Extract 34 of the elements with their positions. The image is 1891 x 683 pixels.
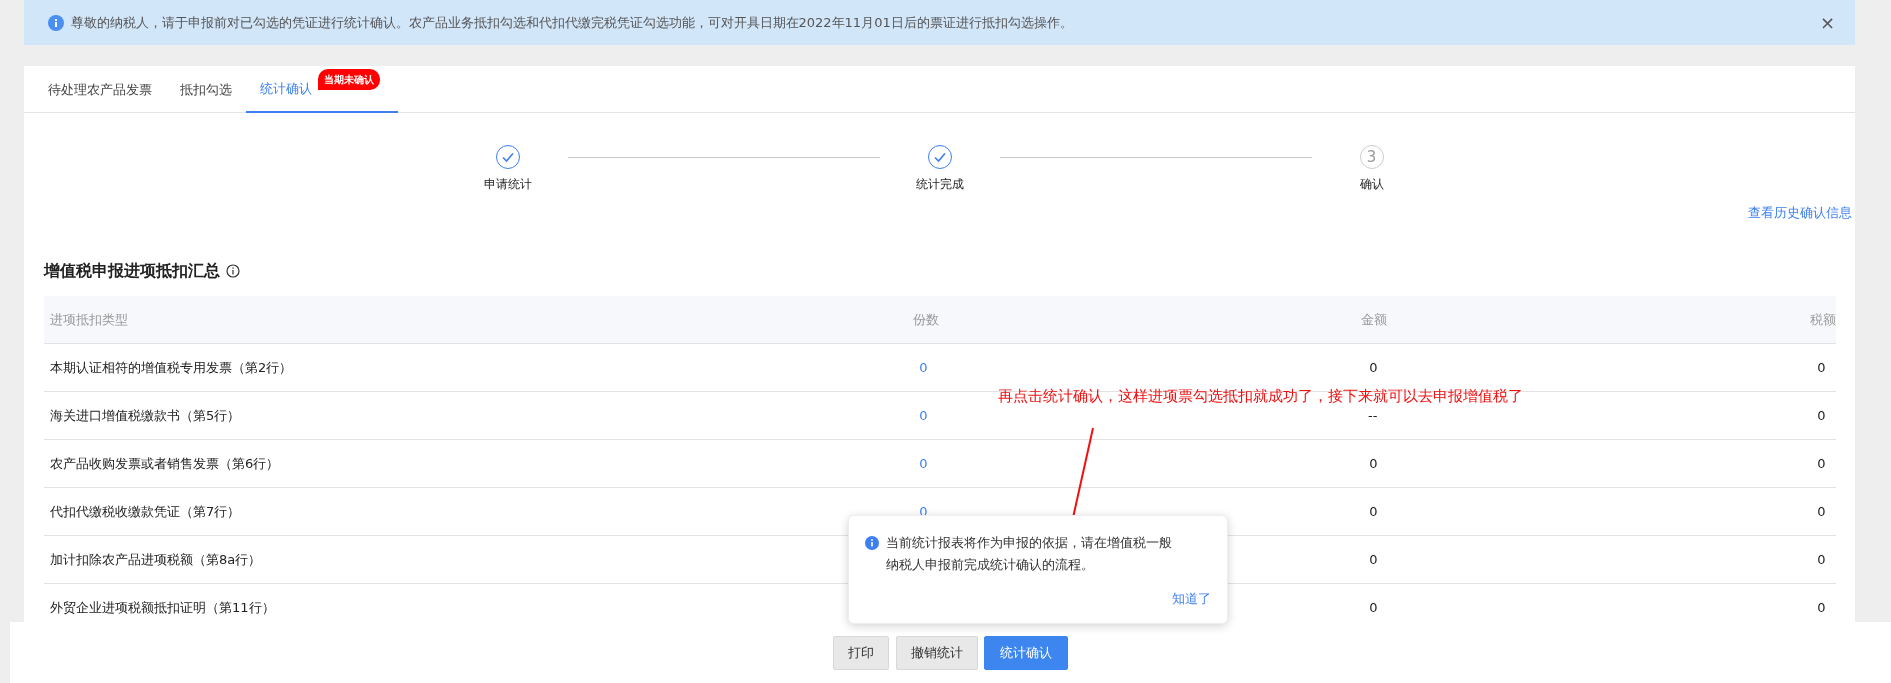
info-icon xyxy=(865,536,879,550)
history-link[interactable]: 查看历史确认信息 xyxy=(1748,203,1852,223)
column-header: 税额 xyxy=(1387,295,1836,344)
column-header: 进项抵扣类型 xyxy=(43,295,582,344)
table-cell: 0 xyxy=(939,439,1388,488)
info-icon xyxy=(48,14,64,31)
notice-text: 尊敬的纳税人，请于申报前对已勾选的凭证进行统计确认。农产品业务抵扣勾选和代扣代缴完税凭证勾选功能，可对开具日期在2022年11月01日后的票证进行抵扣勾选操作。 xyxy=(70,13,1074,32)
got-it-link[interactable]: 知道了 xyxy=(1172,589,1211,609)
table-cell: 0 xyxy=(1387,439,1836,488)
info-icon xyxy=(226,263,240,278)
table-cell: 0 xyxy=(1387,535,1836,584)
action-button[interactable]: 打印 xyxy=(833,636,889,670)
table-cell: 0 xyxy=(1387,487,1836,536)
section-title: 增值税申报进项抵扣汇总 xyxy=(43,259,220,282)
status-badge: 当期未确认 xyxy=(318,69,380,90)
count-link[interactable]: 0 xyxy=(581,439,940,488)
step-label: 统计完成 xyxy=(915,176,964,193)
step-label: 申请统计 xyxy=(483,176,532,193)
tab[interactable]: 抵扣勾选 xyxy=(166,66,246,113)
column-header: 份数 xyxy=(581,295,940,344)
action-button[interactable]: 统计确认 xyxy=(984,636,1068,670)
tab[interactable]: 统计确认 当期未确认 xyxy=(246,66,398,113)
step-label: 确认 xyxy=(1359,176,1384,193)
count-link[interactable]: 0 xyxy=(581,343,940,392)
column-header: 金额 xyxy=(939,295,1388,344)
table-cell: 农产品收购发票或者销售发票（第6行） xyxy=(43,439,582,488)
close-button[interactable]: × xyxy=(1819,13,1835,32)
table-cell: 代扣代缴税收缴款凭证（第7行） xyxy=(43,487,582,536)
count-link[interactable]: 0 xyxy=(581,391,940,440)
table-cell: 加计扣除农产品进项税额（第8a行） xyxy=(43,535,582,584)
table-cell: 海关进口增值税缴款书（第5行） xyxy=(43,391,582,440)
tab[interactable]: 待处理农产品发票 xyxy=(34,66,166,113)
table-cell: 本期认证相符的增值税专用发票（第2行） xyxy=(43,343,582,392)
action-button[interactable]: 撤销统计 xyxy=(895,636,978,670)
